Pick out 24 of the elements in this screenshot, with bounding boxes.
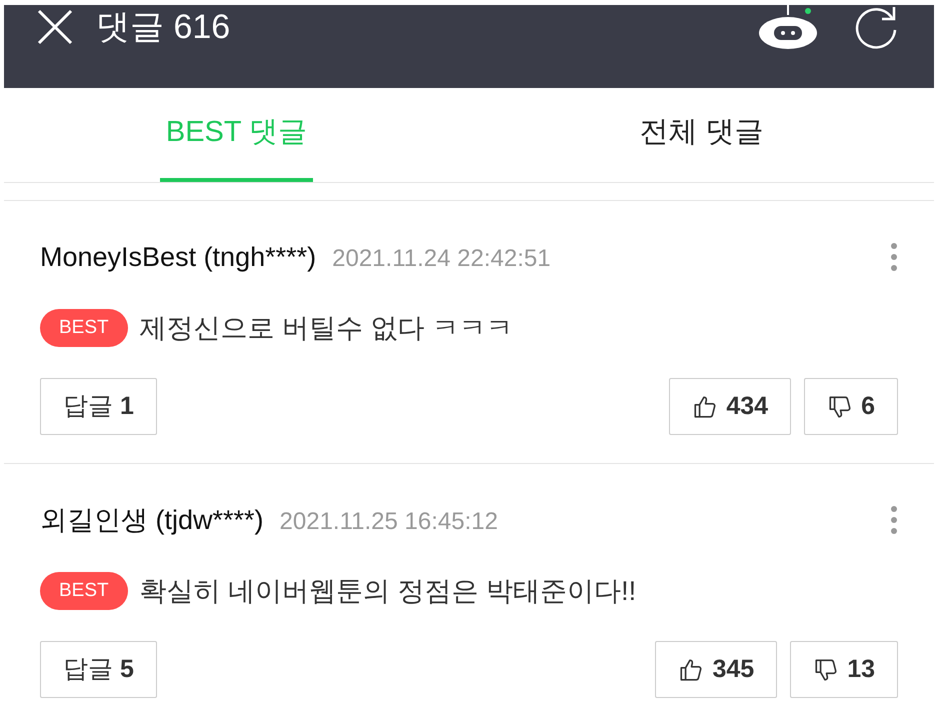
reply-button[interactable]: 답글 1 bbox=[40, 378, 157, 435]
reply-button[interactable]: 답글 5 bbox=[40, 641, 157, 698]
thumbs-down-icon bbox=[813, 656, 840, 682]
comment-date: 2021.11.25 16:45:12 bbox=[280, 507, 498, 537]
close-icon[interactable] bbox=[36, 8, 74, 46]
best-badge: BEST bbox=[40, 572, 128, 610]
thumbs-up-icon bbox=[692, 394, 718, 420]
dislike-button[interactable]: 13 bbox=[790, 641, 898, 698]
thumbs-down-icon bbox=[827, 394, 854, 420]
dislike-button[interactable]: 6 bbox=[804, 378, 898, 435]
more-options-icon[interactable] bbox=[890, 242, 898, 272]
header-title: 댓글 616 bbox=[96, 6, 230, 48]
comment-text: 확실히 네이버웹툰의 정점은 박태준이다!! bbox=[140, 574, 636, 608]
thumbs-up-icon bbox=[678, 656, 704, 682]
comment-text: 제정신으로 버틸수 없다 ㅋㅋㅋ bbox=[140, 312, 514, 344]
like-button[interactable]: 434 bbox=[669, 378, 792, 435]
comment-date: 2021.11.24 22:42:51 bbox=[332, 244, 551, 274]
best-badge: BEST bbox=[40, 308, 128, 347]
robot-icon[interactable] bbox=[758, 5, 818, 49]
comment-author[interactable]: MoneyIsBest (tngh****) bbox=[40, 237, 316, 278]
like-button[interactable]: 345 bbox=[655, 641, 778, 698]
comment-author[interactable]: 외길인생 (tjdw****) bbox=[40, 500, 264, 540]
more-options-icon[interactable] bbox=[890, 505, 898, 536]
tab[interactable]: 전체 댓글 bbox=[633, 88, 770, 182]
